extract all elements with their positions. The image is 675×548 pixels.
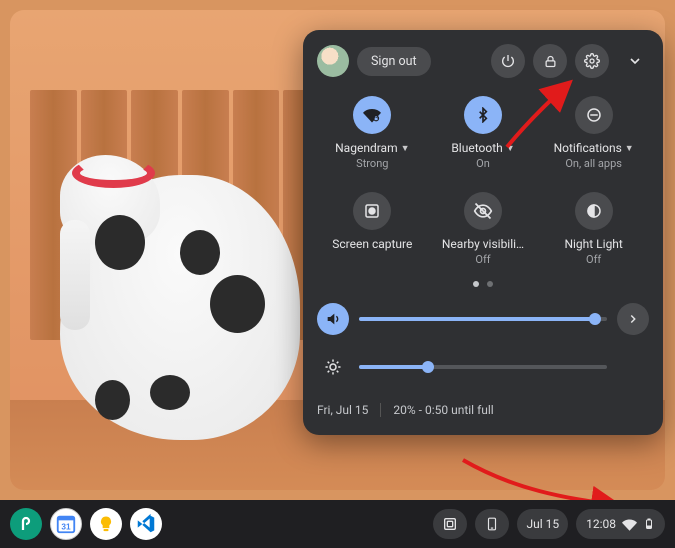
phone-hub-button[interactable] bbox=[475, 509, 509, 539]
dog-illustration bbox=[60, 175, 300, 440]
wifi-icon bbox=[353, 96, 391, 134]
volume-row bbox=[317, 303, 649, 335]
visibility-off-icon bbox=[464, 192, 502, 230]
svg-text:31: 31 bbox=[61, 523, 71, 532]
settings-button[interactable] bbox=[575, 44, 609, 78]
tile-notifications[interactable]: Notifications▼ On, all apps bbox=[538, 96, 649, 170]
volume-icon bbox=[325, 311, 341, 327]
holding-space-button[interactable] bbox=[433, 509, 467, 539]
app-icon-keep[interactable] bbox=[90, 508, 122, 540]
bluetooth-icon bbox=[464, 96, 502, 134]
tile-bluetooth-label: Bluetooth▼ On bbox=[451, 142, 514, 170]
tile-night-light-label: Night Light Off bbox=[564, 238, 622, 266]
page-dot-active bbox=[473, 281, 479, 287]
app-icon-vscode[interactable] bbox=[130, 508, 162, 540]
lock-icon bbox=[543, 54, 558, 69]
power-icon bbox=[500, 53, 516, 69]
notifications-icon bbox=[575, 96, 613, 134]
app-icon-photopea[interactable] bbox=[10, 508, 42, 540]
quick-settings-panel: Sign out Nagendram▼ Strong bbox=[303, 30, 663, 435]
brightness-row bbox=[317, 351, 649, 383]
audio-settings-button[interactable] bbox=[617, 303, 649, 335]
tile-bluetooth[interactable]: Bluetooth▼ On bbox=[428, 96, 539, 170]
screen-capture-icon bbox=[353, 192, 391, 230]
volume-button[interactable] bbox=[317, 303, 349, 335]
tile-nearby-visibility-label: Nearby visibili… Off bbox=[442, 238, 524, 266]
calendar-tray[interactable]: Jul 15 bbox=[517, 509, 568, 539]
gear-icon bbox=[584, 53, 600, 69]
power-button[interactable] bbox=[491, 44, 525, 78]
tile-wifi[interactable]: Nagendram▼ Strong bbox=[317, 96, 428, 170]
status-area[interactable]: 12:08 bbox=[576, 509, 665, 539]
avatar[interactable] bbox=[317, 45, 349, 77]
brightness-button[interactable] bbox=[317, 351, 349, 383]
tile-screen-capture-label: Screen capture bbox=[332, 238, 412, 254]
tile-nearby-visibility[interactable]: Nearby visibili… Off bbox=[428, 192, 539, 266]
panel-topbar: Sign out bbox=[317, 44, 649, 78]
tile-screen-capture[interactable]: Screen capture bbox=[317, 192, 428, 266]
tile-wifi-label: Nagendram▼ Strong bbox=[335, 142, 409, 170]
brightness-slider[interactable] bbox=[359, 365, 607, 369]
footer-battery: 20% - 0:50 until full bbox=[393, 403, 493, 417]
chevron-right-icon bbox=[626, 312, 640, 326]
lock-button[interactable] bbox=[533, 44, 567, 78]
signout-button[interactable]: Sign out bbox=[357, 47, 431, 76]
volume-slider[interactable] bbox=[359, 317, 607, 321]
tile-notifications-label: Notifications▼ On, all apps bbox=[554, 142, 634, 170]
page-indicator[interactable] bbox=[317, 281, 649, 287]
chevron-down-icon bbox=[627, 53, 643, 69]
page-dot bbox=[487, 281, 493, 287]
phone-icon bbox=[485, 516, 499, 532]
battery-status-icon bbox=[643, 516, 655, 532]
collapse-button[interactable] bbox=[621, 47, 649, 75]
wifi-status-icon bbox=[622, 517, 637, 532]
brightness-icon bbox=[324, 358, 342, 376]
tile-night-light[interactable]: Night Light Off bbox=[538, 192, 649, 266]
panel-footer: Fri, Jul 15 20% - 0:50 until full bbox=[317, 403, 649, 417]
holding-space-icon bbox=[442, 516, 458, 532]
night-light-icon bbox=[575, 192, 613, 230]
footer-date: Fri, Jul 15 bbox=[317, 403, 368, 417]
app-icon-calendar[interactable]: 31 bbox=[50, 508, 82, 540]
clock: 12:08 bbox=[586, 517, 616, 531]
shelf: 31 Jul 15 12:08 bbox=[0, 500, 675, 548]
